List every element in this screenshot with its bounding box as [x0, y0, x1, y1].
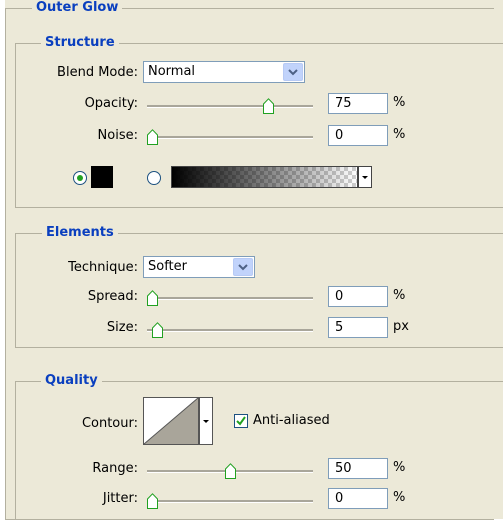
structure-title: Structure	[41, 35, 119, 51]
blend-mode-select[interactable]: Normal	[143, 61, 305, 83]
caret-down-icon	[203, 420, 209, 423]
opacity-slider[interactable]	[147, 98, 313, 114]
size-slider[interactable]	[147, 322, 313, 338]
blend-mode-dropdown-button[interactable]	[283, 63, 303, 81]
technique-select[interactable]: Softer	[143, 256, 255, 278]
opacity-unit: %	[393, 95, 406, 110]
technique-label: Technique:	[68, 260, 138, 275]
glow-gradient-swatch[interactable]	[171, 166, 358, 188]
noise-input[interactable]	[329, 126, 385, 144]
outer-glow-title: Outer Glow	[32, 0, 123, 16]
outer-glow-panel: Outer Glow Structure Blend Mode: Normal …	[5, 0, 503, 520]
noise-slider-thumb[interactable]	[147, 129, 158, 145]
quality-title: Quality	[41, 373, 102, 389]
size-field[interactable]	[328, 317, 388, 338]
radio-selected-dot	[77, 175, 83, 181]
gradient-dropdown-button[interactable]	[358, 166, 372, 188]
noise-label: Noise:	[97, 128, 138, 143]
spread-input[interactable]	[329, 287, 385, 305]
size-unit: px	[393, 319, 409, 334]
jitter-slider-thumb[interactable]	[147, 493, 158, 509]
jitter-field[interactable]	[328, 488, 388, 509]
blend-mode-label: Blend Mode:	[57, 65, 138, 80]
anti-aliased-checkbox[interactable]	[234, 414, 248, 428]
jitter-input[interactable]	[329, 489, 385, 507]
spread-label: Spread:	[87, 289, 138, 304]
blend-mode-value: Normal	[148, 64, 196, 79]
contour-dropdown-button[interactable]	[199, 397, 213, 445]
anti-aliased-label: Anti-aliased	[253, 413, 330, 428]
size-input[interactable]	[329, 318, 385, 336]
noise-unit: %	[393, 127, 406, 142]
opacity-label: Opacity:	[84, 96, 138, 111]
spread-slider-thumb[interactable]	[147, 290, 158, 306]
opacity-field[interactable]	[328, 93, 388, 114]
elements-title: Elements	[42, 225, 118, 241]
jitter-unit: %	[393, 490, 406, 505]
size-slider-thumb[interactable]	[152, 322, 163, 338]
solid-color-radio[interactable]	[73, 171, 87, 185]
spread-field[interactable]	[328, 286, 388, 307]
contour-curve-icon	[143, 397, 199, 445]
contour-label: Contour:	[81, 416, 138, 431]
checkmark-icon	[236, 416, 246, 426]
chevron-down-icon	[238, 264, 248, 271]
jitter-slider[interactable]	[147, 493, 313, 509]
range-unit: %	[393, 460, 406, 475]
range-slider[interactable]	[147, 463, 313, 479]
jitter-label: Jitter:	[102, 491, 138, 506]
noise-slider[interactable]	[147, 129, 313, 145]
spread-unit: %	[393, 288, 406, 303]
technique-dropdown-button[interactable]	[233, 258, 253, 276]
noise-field[interactable]	[328, 125, 388, 146]
opacity-slider-thumb[interactable]	[263, 98, 274, 114]
range-input[interactable]	[329, 459, 385, 477]
spread-slider[interactable]	[147, 290, 313, 306]
gradient-radio[interactable]	[147, 171, 161, 185]
contour-preview[interactable]	[143, 397, 199, 445]
range-slider-thumb[interactable]	[225, 463, 236, 479]
glow-color-swatch[interactable]	[91, 166, 113, 188]
opacity-input[interactable]	[329, 94, 385, 112]
chevron-down-icon	[288, 69, 298, 76]
range-label: Range:	[92, 461, 138, 476]
range-field[interactable]	[328, 458, 388, 479]
size-label: Size:	[106, 320, 138, 335]
technique-value: Softer	[148, 259, 187, 274]
caret-down-icon	[362, 176, 368, 179]
